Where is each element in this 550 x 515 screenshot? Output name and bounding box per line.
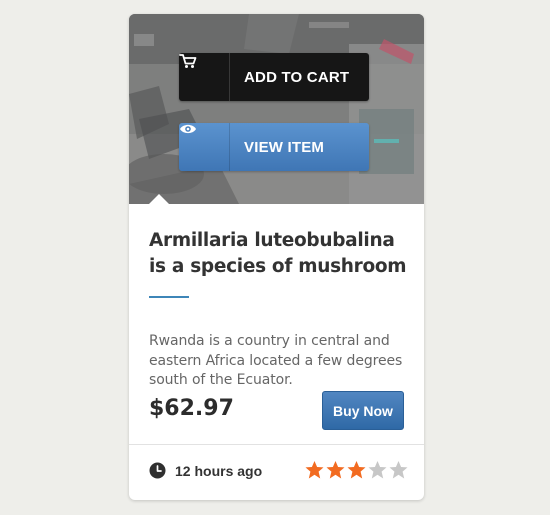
product-description: Rwanda is a country in central and easte… [149,333,403,388]
footer-divider [129,444,424,445]
product-body: Armillaria luteobubalina is a species of… [149,228,407,388]
star-empty-icon [368,461,387,479]
product-price: $62.97 [149,396,234,421]
star-filled-icon [305,461,324,479]
posted-time-label: 12 hours ago [175,462,263,479]
product-image-photo [129,14,424,204]
image-pointer-notch [149,194,169,204]
buy-now-button[interactable]: Buy Now [322,391,404,430]
title-divider [149,296,189,298]
star-filled-icon [347,461,366,479]
star-filled-icon [326,461,345,479]
star-empty-icon [389,461,408,479]
product-title[interactable]: Armillaria luteobubalina is a species of… [149,228,407,280]
add-to-cart-label: ADD TO CART [244,68,350,86]
product-image: ADD TO CART VIEW ITEM [129,14,424,204]
cart-icon [179,53,230,101]
add-to-cart-button[interactable]: ADD TO CART [179,53,369,101]
posted-time: 12 hours ago [149,462,262,479]
view-item-label: VIEW ITEM [244,138,325,156]
clock-icon [149,462,166,479]
view-item-button[interactable]: VIEW ITEM [179,123,369,171]
eye-icon [179,123,230,171]
product-card: ADD TO CART VIEW ITEM Armillaria luteobu… [129,14,424,500]
rating-stars [304,460,409,480]
